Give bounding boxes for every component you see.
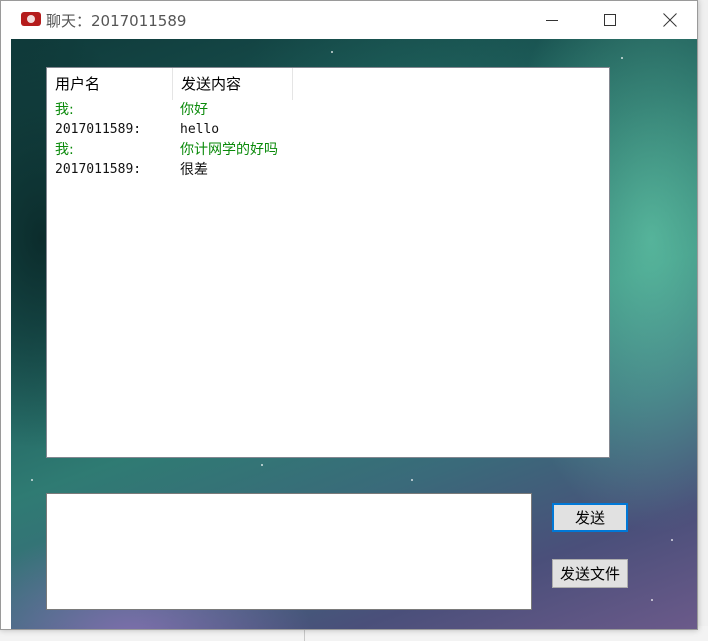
chat-window: 聊天：2017011589 用户名 发送内容 我: 你好 2017011589:… — [0, 0, 698, 630]
list-item[interactable]: 我: 你计网学的好吗 — [47, 140, 607, 160]
list-item[interactable]: 2017011589: 很差 — [47, 160, 607, 180]
chat-background: 用户名 发送内容 我: 你好 2017011589: hello 我: 你计网学… — [11, 39, 697, 629]
chat-message-list[interactable]: 用户名 发送内容 我: 你好 2017011589: hello 我: 你计网学… — [46, 67, 610, 458]
background-star — [31, 479, 33, 481]
column-header-content[interactable]: 发送内容 — [172, 68, 293, 100]
app-logo-icon — [21, 12, 41, 26]
send-file-button[interactable]: 发送文件 — [552, 559, 628, 588]
window-title: 聊天：2017011589 — [46, 12, 187, 30]
message-user: 我: — [55, 102, 74, 118]
message-content: 很差 — [180, 162, 208, 178]
message-user: 2017011589: — [55, 122, 142, 137]
background-star — [261, 464, 263, 466]
message-content: hello — [180, 122, 220, 137]
background-star — [671, 539, 673, 541]
minimize-icon — [546, 20, 558, 21]
message-content: 你好 — [180, 102, 208, 118]
message-user: 2017011589: — [55, 162, 142, 177]
background-star — [331, 51, 333, 53]
send-button[interactable]: 发送 — [552, 503, 628, 532]
message-input[interactable] — [46, 493, 532, 610]
message-content: 你计网学的好吗 — [180, 142, 278, 158]
maximize-button[interactable] — [587, 1, 633, 39]
list-item[interactable]: 2017011589: hello — [47, 120, 607, 140]
background-star — [411, 479, 413, 481]
background-star — [651, 599, 653, 601]
maximize-icon — [604, 14, 616, 26]
message-user: 我: — [55, 142, 74, 158]
close-button[interactable] — [647, 1, 693, 39]
minimize-button[interactable] — [529, 1, 575, 39]
column-header-username[interactable]: 用户名 — [47, 68, 172, 100]
title-bar[interactable]: 聊天：2017011589 — [1, 1, 697, 39]
background-star — [621, 57, 623, 59]
close-icon — [663, 13, 677, 27]
list-item[interactable]: 我: 你好 — [47, 100, 607, 120]
